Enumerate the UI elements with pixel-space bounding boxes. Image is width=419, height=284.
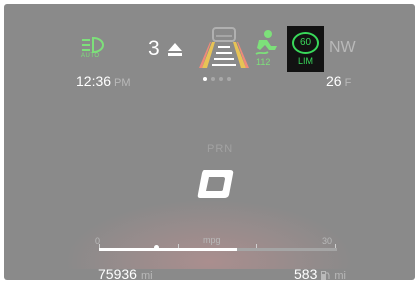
range-unit: mi <box>334 270 346 280</box>
economy-scale-unit: mpg <box>203 235 221 245</box>
upshift-arrow-icon <box>168 43 182 56</box>
clock: 12:36 PM <box>76 73 131 89</box>
economy-bar <box>99 244 337 251</box>
fuel-pump-icon <box>321 271 330 280</box>
economy-scale-max: 30 <box>322 236 333 246</box>
page-dot[interactable] <box>227 77 231 81</box>
page-indicator[interactable] <box>203 77 235 83</box>
compass-heading: NW <box>329 39 356 56</box>
gear-indicator: 3 <box>148 37 160 60</box>
transmission-label: PRN <box>207 143 234 155</box>
economy-bar-fill <box>99 248 238 251</box>
clock-period: PM <box>114 77 131 89</box>
drive-gear-indicator <box>197 170 234 198</box>
economy-tick <box>334 244 336 248</box>
economy-tick <box>256 244 258 248</box>
clock-time: 12:36 <box>76 73 112 89</box>
odometer-value: 75936 <box>98 266 137 280</box>
lane-keep-icon <box>199 27 249 68</box>
traction-control-icon <box>255 30 277 55</box>
temperature-unit: F <box>344 77 352 89</box>
assist-value: 112 <box>256 57 271 67</box>
page-dot[interactable] <box>219 77 223 81</box>
temperature-value: 26 <box>326 73 342 89</box>
cluster-display: AUTO 3 112 60 LIM NW 12:36 PM 26 F PRN 0… <box>4 4 415 280</box>
range-value: 583 <box>294 266 318 280</box>
fuel-range: 583 mi <box>294 266 346 280</box>
odometer-unit: mi <box>140 270 153 280</box>
odometer: 75936 mi <box>98 266 153 280</box>
page-dot[interactable] <box>211 77 215 81</box>
speed-limit-value: 60 <box>292 32 319 54</box>
speed-limit-sign: 60 LIM <box>287 26 324 72</box>
page-dot[interactable] <box>203 77 207 81</box>
speed-limit-label: LIM <box>297 56 313 66</box>
economy-glow <box>64 199 355 269</box>
headlight-auto-label: AUTO <box>81 53 100 59</box>
outside-temperature: 26 F <box>326 73 351 89</box>
